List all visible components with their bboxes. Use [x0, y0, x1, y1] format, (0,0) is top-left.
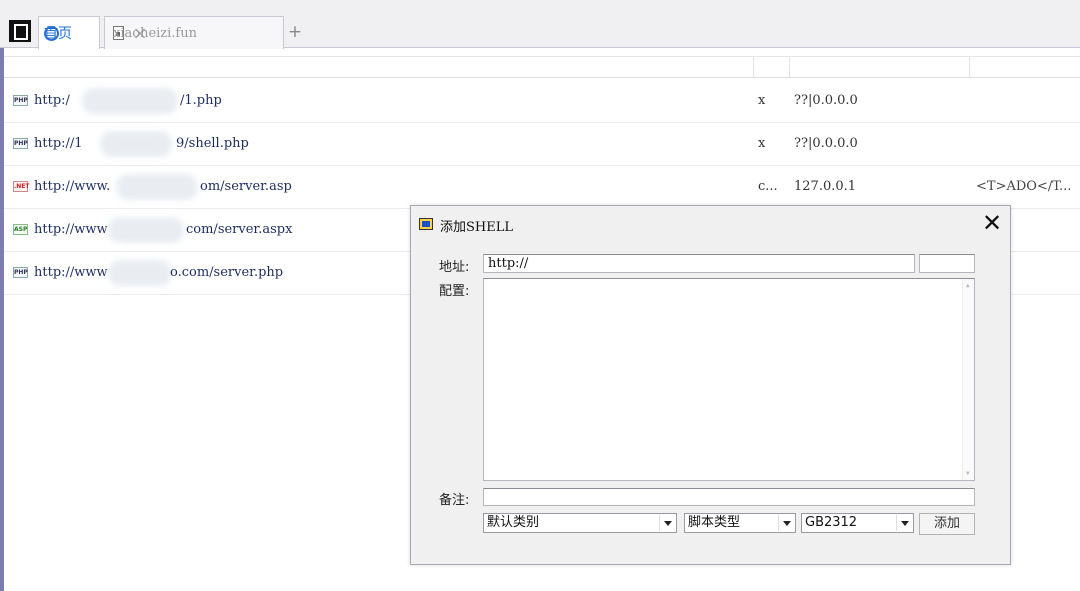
php-file-icon: PHP: [13, 95, 28, 106]
dialog-title: 添加SHELL: [440, 220, 513, 235]
row-url-end: com/server.aspx: [186, 222, 293, 237]
list-header: [4, 56, 1080, 78]
tab-home-label: 首页: [44, 26, 72, 42]
chevron-down-icon[interactable]: [778, 515, 794, 531]
asp-file-icon: ASP: [13, 224, 28, 235]
tab-site-label: xiaoheizi.fun: [113, 25, 197, 41]
dialog-app-icon: [419, 218, 433, 230]
row-url-end: om/server.asp: [200, 179, 292, 194]
php-file-icon: PHP: [13, 267, 28, 278]
redacted-blur: [100, 131, 172, 157]
row-url-start: http://www.: [34, 179, 111, 194]
row-url-start: http://www: [34, 222, 108, 237]
list-row[interactable]: PHP http:/ /1.php x ??|0.0.0.0: [4, 80, 1080, 123]
category-select[interactable]: 默认类别: [483, 513, 677, 533]
config-label: 配置:: [439, 284, 470, 299]
scroll-up-icon[interactable]: ▲: [966, 282, 971, 289]
header-divider[interactable]: [969, 57, 970, 77]
list-row[interactable]: PHP http://1 9/shell.php x ??|0.0.0.0: [4, 123, 1080, 166]
header-divider[interactable]: [753, 57, 754, 77]
row-col-x: c...: [758, 179, 778, 194]
row-note: <T>ADO</T...: [976, 179, 1072, 194]
redacted-blur: [82, 88, 178, 114]
php-file-icon: PHP: [13, 138, 28, 149]
dotnet-file-icon: .NET: [13, 181, 30, 192]
note-label: 备注:: [439, 493, 470, 508]
config-textarea[interactable]: ▲ ▼: [483, 278, 975, 481]
add-button[interactable]: 添加: [919, 513, 975, 535]
encoding-select-value: GB2312: [805, 515, 858, 530]
dialog-close-icon[interactable]: ✕: [980, 209, 1004, 237]
header-divider[interactable]: [789, 57, 790, 77]
row-url-end: /1.php: [180, 93, 222, 108]
row-url-start: http://1: [34, 136, 83, 151]
scroll-down-icon[interactable]: ▼: [966, 470, 971, 477]
row-ip: 127.0.0.1: [794, 179, 857, 194]
script-type-select-value: 脚本类型: [688, 515, 741, 530]
row-url-start: http://www: [34, 265, 108, 280]
address-label: 地址:: [439, 260, 470, 275]
dialog-titlebar[interactable]: 添加SHELL ✕: [411, 206, 1010, 240]
tab-bar: 首页 xiaoheizi.fun × +: [0, 0, 1080, 49]
chevron-down-icon[interactable]: [896, 515, 912, 531]
row-col-x: x: [758, 93, 766, 108]
app-logo-icon[interactable]: [9, 20, 31, 42]
config-scrollbar[interactable]: ▲ ▼: [962, 279, 974, 480]
category-select-value: 默认类别: [487, 515, 540, 530]
note-input[interactable]: [483, 488, 975, 506]
tab-home[interactable]: 首页: [38, 16, 100, 49]
password-input[interactable]: [919, 254, 975, 273]
redacted-blur: [116, 174, 198, 200]
row-url-end: 9/shell.php: [176, 136, 249, 151]
row-url-start: http:/: [34, 93, 70, 108]
chevron-down-icon[interactable]: [659, 515, 675, 531]
add-shell-dialog: 添加SHELL ✕ 地址: http:// 配置: ▲ ▼ 备注: 默认类别 脚…: [410, 205, 1011, 565]
row-col-x: x: [758, 136, 766, 151]
tab-site[interactable]: xiaoheizi.fun ×: [104, 16, 284, 49]
list-row[interactable]: .NET http://www. om/server.asp c... 127.…: [4, 166, 1080, 209]
redacted-blur: [108, 217, 184, 243]
script-type-select[interactable]: 脚本类型: [684, 513, 796, 533]
add-tab-icon[interactable]: +: [287, 22, 303, 42]
address-input[interactable]: http://: [483, 254, 915, 273]
encoding-select[interactable]: GB2312: [801, 513, 914, 533]
row-url-end: o.com/server.php: [170, 265, 284, 280]
row-ip: ??|0.0.0.0: [794, 136, 858, 151]
row-ip: ??|0.0.0.0: [794, 93, 858, 108]
redacted-blur: [108, 260, 172, 286]
